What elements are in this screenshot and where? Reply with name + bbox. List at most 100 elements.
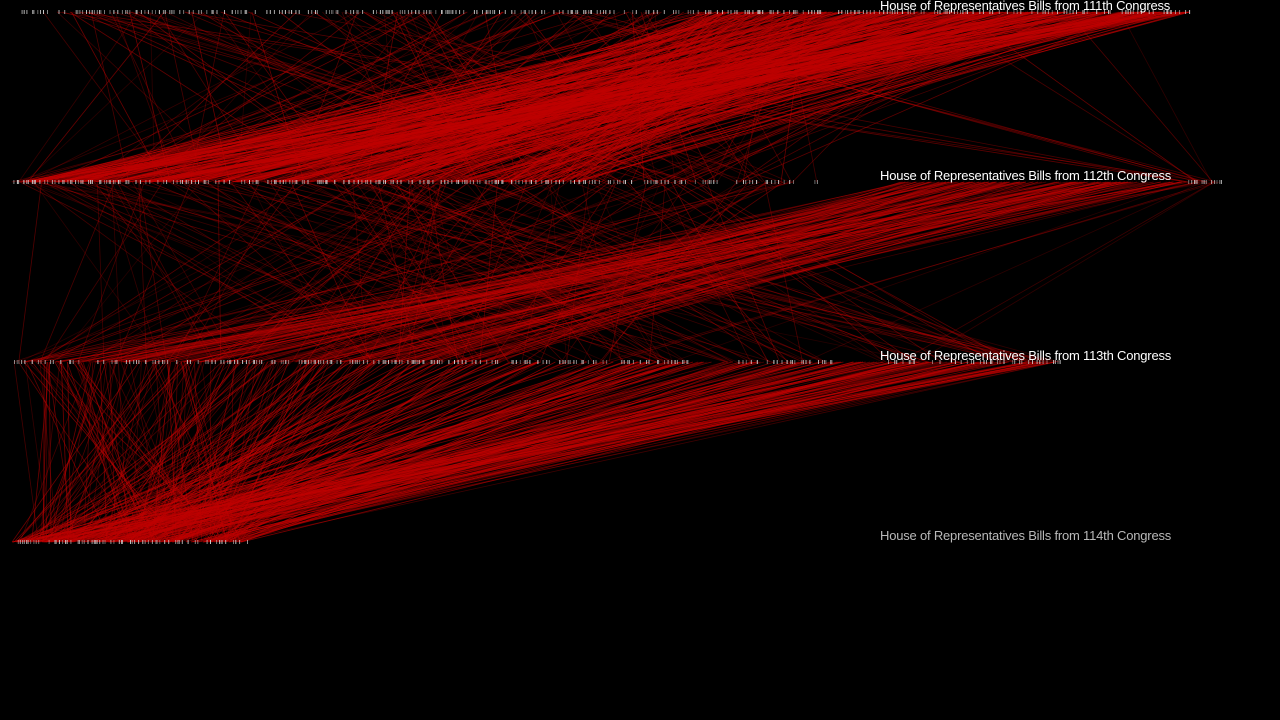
bill-tick <box>646 360 648 364</box>
bill-tick <box>531 180 532 184</box>
bill-tick <box>113 10 115 14</box>
bill-tick <box>288 10 290 14</box>
bill-tick <box>749 10 750 14</box>
bill-tick <box>363 360 365 364</box>
bill-tick <box>163 180 165 184</box>
bill-tick <box>179 540 180 544</box>
bill-tick <box>225 540 227 544</box>
bill-tick <box>336 360 338 364</box>
bill-tick <box>392 180 394 184</box>
bill-tick <box>407 360 409 364</box>
bill-tick <box>818 10 820 14</box>
bill-tick <box>825 360 827 364</box>
bill-link <box>18 11 139 183</box>
bill-tick <box>144 540 146 544</box>
bill-tick <box>65 540 66 544</box>
bill-tick <box>400 180 402 184</box>
bill-tick <box>349 360 351 364</box>
bill-tick <box>551 180 552 184</box>
row-label-111th: House of Representatives Bills from 111t… <box>880 0 1171 13</box>
bill-tick <box>370 180 372 184</box>
bill-tick <box>70 360 72 364</box>
bill-tick <box>274 360 276 364</box>
bill-tick <box>58 180 60 184</box>
bill-link <box>161 181 1134 363</box>
bill-tick <box>138 360 140 364</box>
bill-tick <box>525 360 526 364</box>
bill-tick <box>319 180 321 184</box>
bill-tick <box>1211 180 1213 184</box>
bill-tick <box>200 10 202 14</box>
bill-tick <box>783 180 785 184</box>
bill-tick <box>147 10 149 14</box>
bill-tick <box>298 10 300 14</box>
bill-tick <box>242 360 244 364</box>
bill-tick <box>1185 10 1187 14</box>
bill-tick <box>404 10 406 14</box>
bill-tick <box>234 360 236 364</box>
bill-tick <box>349 180 351 184</box>
bill-tick <box>295 10 297 14</box>
bill-tick <box>223 180 225 184</box>
bill-tick <box>207 180 209 184</box>
bill-tick <box>444 180 446 184</box>
bill-tick <box>34 180 36 184</box>
bill-tick <box>71 180 73 184</box>
bill-tick <box>395 360 397 364</box>
bill-tick <box>171 10 173 14</box>
bill-tick <box>629 360 630 364</box>
bill-tick <box>166 180 168 184</box>
bill-tick <box>26 10 28 14</box>
bill-tick <box>667 180 669 184</box>
bill-tick <box>359 360 361 364</box>
bill-tick <box>745 360 747 364</box>
bill-tick <box>252 360 254 364</box>
bill-tick <box>58 540 60 544</box>
bill-tick <box>82 10 84 14</box>
bill-tick <box>859 10 861 14</box>
bill-tick <box>122 540 123 544</box>
bill-tick <box>54 180 56 184</box>
bill-tick <box>750 360 752 364</box>
bill-tick <box>28 180 29 184</box>
bill-tick <box>326 180 328 184</box>
bill-tick <box>805 360 807 364</box>
bill-tick <box>24 360 26 364</box>
bill-tick <box>555 180 557 184</box>
bill-tick <box>1205 180 1207 184</box>
bill-tick <box>282 180 284 184</box>
bill-tick <box>463 10 465 14</box>
bill-tick <box>210 540 211 544</box>
bill-tick <box>419 180 421 184</box>
bill-tick <box>27 540 29 544</box>
bill-tick <box>1170 10 1172 14</box>
bill-tick <box>240 10 242 14</box>
bill-tick <box>455 10 457 14</box>
bill-tick <box>485 180 487 184</box>
bill-tick <box>655 180 657 184</box>
bill-tick <box>583 10 585 14</box>
bill-tick <box>227 360 229 364</box>
bill-tick <box>625 180 626 184</box>
bill-tick <box>635 10 637 14</box>
bill-tick <box>129 10 131 14</box>
bill-tick <box>694 180 696 184</box>
bill-tick <box>117 10 119 14</box>
bill-tick <box>100 10 102 14</box>
bill-tick <box>149 180 151 184</box>
bill-tick <box>214 360 216 364</box>
bill-tick <box>254 10 256 14</box>
bill-tick <box>1203 180 1205 184</box>
bill-tick <box>656 180 658 184</box>
bill-tick <box>114 360 116 364</box>
bill-tick <box>269 10 271 14</box>
bill-tick <box>414 360 416 364</box>
bill-tick <box>212 10 214 14</box>
bill-tick <box>491 180 493 184</box>
bill-tick <box>866 10 868 14</box>
bill-tick <box>142 540 144 544</box>
bill-tick <box>777 10 779 14</box>
bill-tick <box>686 360 688 364</box>
bill-tick <box>70 540 72 544</box>
bill-tick <box>613 10 615 14</box>
